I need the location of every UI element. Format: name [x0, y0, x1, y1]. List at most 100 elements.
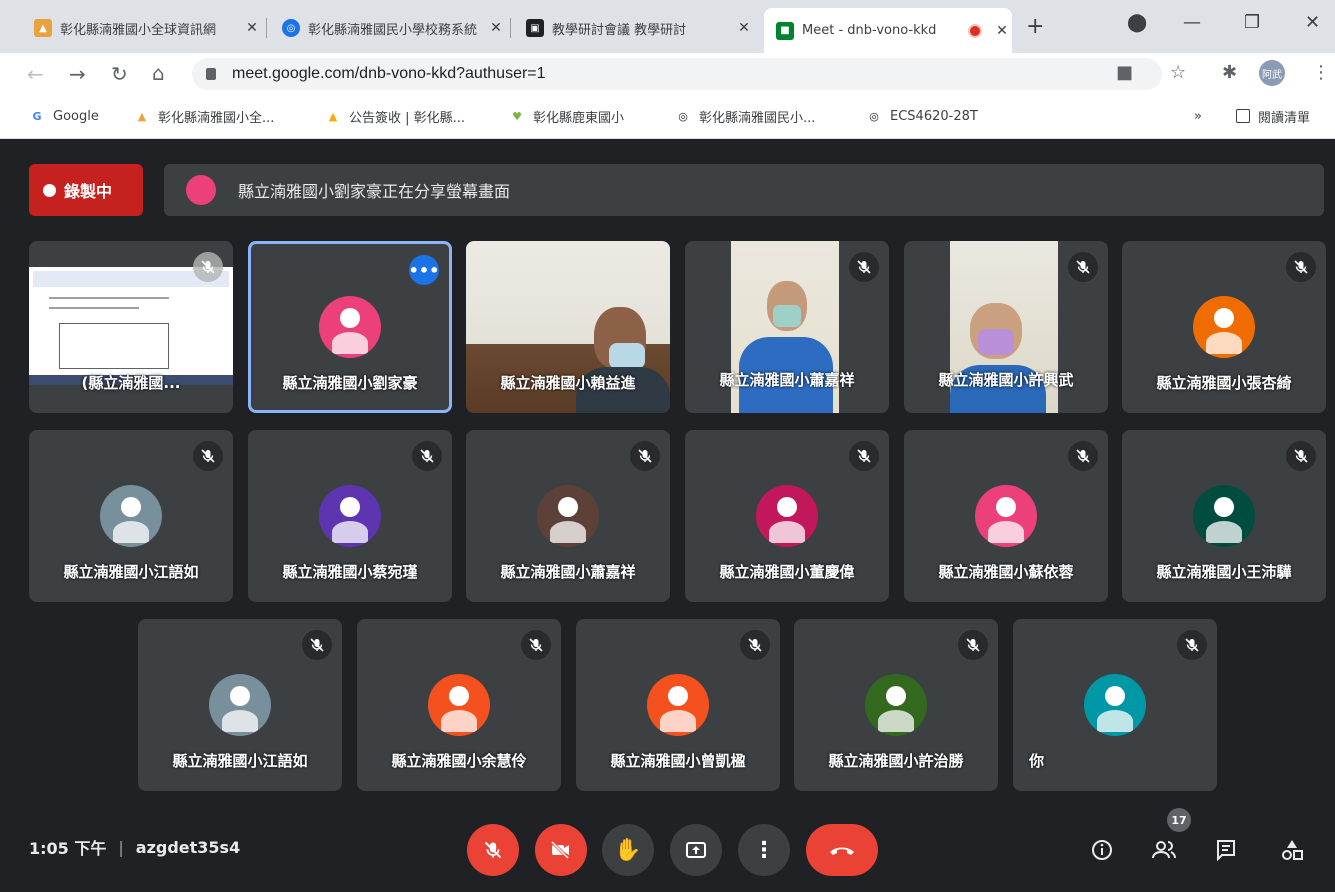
info-icon [1092, 840, 1112, 860]
participant-name: 縣立湳雅國小許治勝 [828, 752, 964, 770]
camera-toggle-button[interactable] [535, 824, 587, 876]
tab-meet-active[interactable]: ■ Meet - dnb-vono-kkd ✕ [764, 8, 1012, 53]
participant-name: 縣立湳雅國小蘇依蓉 [938, 563, 1074, 581]
mic-off-icon [630, 441, 660, 471]
reading-list-button[interactable]: 閱讀清單 [1236, 104, 1310, 128]
mic-off-icon [1177, 630, 1207, 660]
participant-tile-screenshare[interactable]: (縣立湳雅國... [29, 241, 233, 413]
bookmark-nanya[interactable]: ◎ 彰化縣湳雅國民小... [675, 104, 815, 128]
participant-name: 縣立湳雅國小蕭嘉祥 [500, 563, 636, 581]
shapes-icon [1282, 840, 1303, 860]
participant-name: 縣立湳雅國小劉家豪 [282, 374, 418, 392]
shared-screen-preview [29, 267, 233, 385]
globe-icon: ◎ [869, 109, 879, 123]
avatar [209, 674, 271, 736]
more-options-icon[interactable]: ••• [409, 255, 439, 285]
bookmark-school[interactable]: ▲ 彰化縣湳雅國小全... [134, 104, 275, 128]
participant-tile[interactable]: 縣立湳雅國小曾凱楹 [576, 619, 780, 791]
close-tab-icon[interactable]: ✕ [486, 20, 506, 36]
participant-name: 縣立湳雅國小賴益進 [500, 374, 636, 392]
tab-2[interactable]: ◎ 彰化縣湳雅國民小學校務系統 ✕ [270, 9, 506, 47]
forward-icon[interactable]: → [69, 62, 86, 86]
tab-search-icon[interactable]: ⬤ [1127, 12, 1147, 33]
bookmark-label: 彰化縣湳雅國民小... [699, 110, 816, 126]
close-tab-icon[interactable]: ✕ [242, 20, 262, 36]
system-favicon-icon: ◎ [282, 19, 300, 37]
school-icon: ▲ [137, 109, 147, 123]
mic-off-icon [958, 630, 988, 660]
bookmark-switch[interactable]: ◎ ECS4620-28T [866, 104, 978, 128]
leave-call-button[interactable] [806, 824, 878, 876]
participant-count-badge: 17 [1167, 808, 1191, 832]
chat-button[interactable] [1210, 834, 1242, 866]
participant-tile-video[interactable]: 縣立湳雅國小賴益進 [466, 241, 670, 413]
tab-title: 教學研討會議 教學研討 [552, 22, 687, 38]
more-bookmarks-button[interactable]: » [1194, 104, 1202, 128]
back-icon[interactable]: ← [27, 62, 44, 86]
participant-name: 縣立湳雅國小許興武 [938, 371, 1074, 389]
participant-tile[interactable]: 縣立湳雅國小江語如 [29, 430, 233, 602]
extensions-icon[interactable]: ✱ [1222, 62, 1237, 83]
tab-1[interactable]: ▲ 彰化縣湳雅國小全球資訊網 ✕ [22, 9, 262, 47]
mic-off-icon [193, 441, 223, 471]
participant-tile[interactable]: 縣立湳雅國小蘇依蓉 [904, 430, 1108, 602]
raise-hand-button[interactable]: ✋ [602, 824, 654, 876]
heart-icon: ♥ [512, 109, 522, 123]
home-icon[interactable]: ⌂ [152, 61, 165, 85]
participant-tile[interactable]: 縣立湳雅國小許治勝 [794, 619, 998, 791]
participant-tile[interactable]: 縣立湳雅國小蔡宛瑾 [248, 430, 452, 602]
participant-tile-pinned[interactable]: ••• 縣立湳雅國小劉家豪 [248, 241, 452, 413]
participant-tile[interactable]: 縣立湳雅國小張杏綺 [1122, 241, 1326, 413]
participant-tile[interactable]: 縣立湳雅國小蕭嘉祥 [466, 430, 670, 602]
kebab-icon: ⋮ [753, 837, 775, 863]
minimize-icon[interactable]: — [1183, 12, 1201, 33]
camera-off-icon [550, 840, 570, 860]
recording-label: 錄製中 [64, 182, 113, 201]
meeting-details-button[interactable] [1086, 834, 1118, 866]
bookmark-star-icon[interactable]: ☆ [1170, 62, 1186, 83]
address-bar[interactable]: meet.google.com/dnb-vono-kkd?authuser=1 [192, 58, 1162, 90]
reload-icon[interactable]: ↻ [111, 62, 128, 86]
bookmark-label: 彰化縣鹿東國小 [533, 110, 625, 126]
bookmark-google[interactable]: G Google [29, 104, 98, 128]
participant-name: 縣立湳雅國小江語如 [172, 752, 308, 770]
mic-off-icon [412, 441, 442, 471]
participant-name: 縣立湳雅國小蔡宛瑾 [282, 563, 418, 581]
camera-in-use-icon[interactable]: ■ [1116, 62, 1133, 83]
more-options-button[interactable]: ⋮ [738, 824, 790, 876]
globe-icon: ◎ [678, 109, 688, 123]
participant-tile[interactable]: 縣立湳雅國小董慶偉 [685, 430, 889, 602]
bookmark-ludong[interactable]: ♥ 彰化縣鹿東國小 [509, 104, 624, 128]
mountain-icon: ▲ [328, 109, 338, 123]
new-tab-button[interactable]: + [1026, 14, 1044, 39]
participant-tile[interactable]: 縣立湳雅國小王沛驊 [1122, 430, 1326, 602]
activities-button[interactable] [1276, 834, 1308, 866]
bookmark-announcement[interactable]: ▲ 公告簽收 | 彰化縣... [325, 104, 465, 128]
participant-tile-video[interactable]: 縣立湳雅國小蕭嘉祥 [685, 241, 889, 413]
participant-tile-self[interactable]: 你 [1013, 619, 1217, 791]
restore-icon[interactable]: ❐ [1244, 12, 1260, 33]
people-button[interactable] [1148, 834, 1180, 866]
participant-tile-video[interactable]: 縣立湳雅國小許興武 [904, 241, 1108, 413]
meeting-time: 1:05 下午 [29, 839, 107, 858]
tab-3[interactable]: ▣ 教學研討會議 教學研討 ✕ [514, 9, 754, 47]
avatar [537, 485, 599, 547]
close-window-icon[interactable]: ✕ [1305, 12, 1320, 33]
participant-tile[interactable]: 縣立湳雅國小江語如 [138, 619, 342, 791]
recording-badge[interactable]: 錄製中 [29, 164, 143, 216]
close-tab-icon[interactable]: ✕ [734, 20, 754, 36]
participant-tile[interactable]: 縣立湳雅國小余慧伶 [357, 619, 561, 791]
avatar [1193, 296, 1255, 358]
profile-avatar[interactable]: 阿武 [1259, 60, 1285, 86]
present-screen-button[interactable] [670, 824, 722, 876]
bookmark-label: ECS4620-28T [890, 108, 978, 124]
mic-off-icon [849, 252, 879, 282]
bookmark-label: 公告簽收 | 彰化縣... [349, 110, 466, 126]
avatar [319, 296, 381, 358]
mic-toggle-button[interactable] [467, 824, 519, 876]
tab-title: 彰化縣湳雅國小全球資訊網 [60, 22, 217, 38]
tab-separator [266, 18, 267, 38]
close-tab-icon[interactable]: ✕ [992, 23, 1012, 39]
menu-kebab-icon[interactable]: ⋮ [1312, 62, 1330, 83]
presenting-text: 縣立湳雅國小劉家豪正在分享螢幕畫面 [238, 182, 511, 201]
